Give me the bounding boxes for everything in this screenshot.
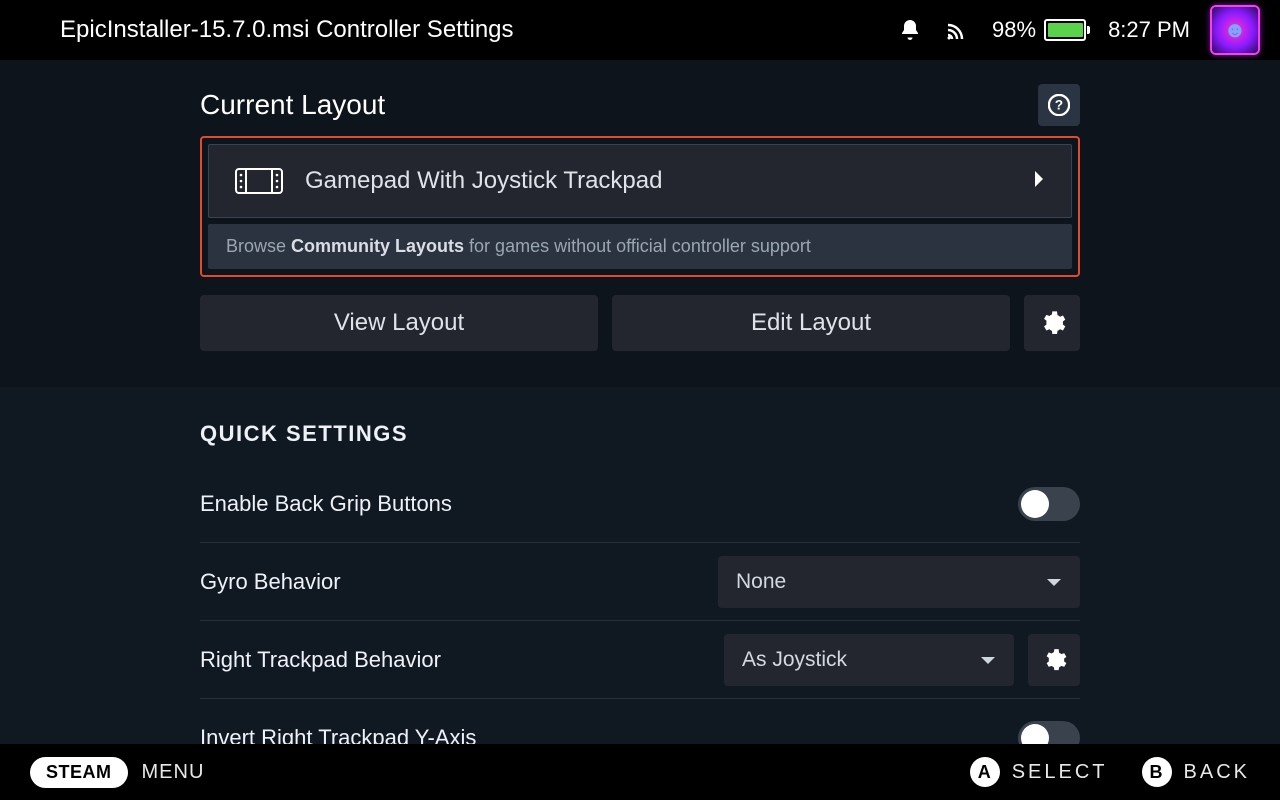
- layout-button-row: View Layout Edit Layout: [200, 295, 1080, 351]
- setting-gyro: Gyro Behavior None: [200, 543, 1080, 621]
- select-gyro-behavior[interactable]: None: [718, 556, 1080, 608]
- clock: 8:27 PM: [1108, 17, 1190, 43]
- battery-status: 98%: [992, 17, 1086, 43]
- svg-text:?: ?: [1055, 98, 1063, 113]
- chevron-down-icon: [1046, 570, 1062, 594]
- controller-icon: [235, 168, 283, 194]
- browse-suffix: for games without official controller su…: [464, 236, 811, 256]
- footer-bar: STEAM MENU A SELECT B BACK: [0, 744, 1280, 800]
- view-layout-button[interactable]: View Layout: [200, 295, 598, 351]
- chevron-down-icon: [980, 648, 996, 672]
- help-button[interactable]: ?: [1038, 84, 1080, 126]
- menu-label: MENU: [142, 761, 205, 784]
- browse-prefix: Browse: [226, 236, 291, 256]
- select-right-trackpad-value: As Joystick: [742, 648, 847, 672]
- top-bar: EpicInstaller-15.7.0.msi Controller Sett…: [0, 0, 1280, 60]
- current-layout-name: Gamepad With Joystick Trackpad: [305, 167, 1011, 195]
- steam-button[interactable]: STEAM: [30, 757, 128, 788]
- page-title: EpicInstaller-15.7.0.msi Controller Sett…: [60, 16, 514, 44]
- current-layout-title: Current Layout: [200, 89, 385, 121]
- a-button-icon[interactable]: A: [970, 757, 1000, 787]
- toggle-back-grip[interactable]: [1018, 487, 1080, 521]
- setting-back-grip-label: Enable Back Grip Buttons: [200, 491, 1004, 517]
- content: Current Layout ? Gamepad With Joystick T…: [0, 60, 1280, 800]
- b-button-icon[interactable]: B: [1142, 757, 1172, 787]
- layout-highlight-box: Gamepad With Joystick Trackpad Browse Co…: [200, 136, 1080, 277]
- setting-gyro-label: Gyro Behavior: [200, 569, 704, 595]
- back-label: BACK: [1184, 761, 1250, 784]
- browse-community-layouts[interactable]: Browse Community Layouts for games witho…: [208, 224, 1072, 269]
- cast-icon[interactable]: [944, 18, 970, 42]
- avatar[interactable]: ☻: [1212, 7, 1258, 53]
- right-trackpad-settings-button[interactable]: [1028, 634, 1080, 686]
- setting-back-grip: Enable Back Grip Buttons: [200, 465, 1080, 543]
- quick-settings-title: QUICK SETTINGS: [200, 387, 1080, 465]
- browse-bold: Community Layouts: [291, 236, 464, 256]
- setting-right-trackpad: Right Trackpad Behavior As Joystick: [200, 621, 1080, 699]
- layout-settings-button[interactable]: [1024, 295, 1080, 351]
- status-area: 98% 8:27 PM ☻: [898, 7, 1258, 53]
- chevron-right-icon: [1033, 170, 1045, 193]
- current-layout-row[interactable]: Gamepad With Joystick Trackpad: [208, 144, 1072, 218]
- select-right-trackpad-behavior[interactable]: As Joystick: [724, 634, 1014, 686]
- select-gyro-value: None: [736, 570, 786, 594]
- quick-settings-section: QUICK SETTINGS Enable Back Grip Buttons …: [0, 387, 1280, 800]
- bell-icon[interactable]: [898, 18, 922, 42]
- setting-right-trackpad-label: Right Trackpad Behavior: [200, 647, 710, 673]
- select-label: SELECT: [1012, 761, 1108, 784]
- battery-percent: 98%: [992, 17, 1036, 43]
- battery-icon: [1044, 19, 1086, 41]
- edit-layout-button[interactable]: Edit Layout: [612, 295, 1010, 351]
